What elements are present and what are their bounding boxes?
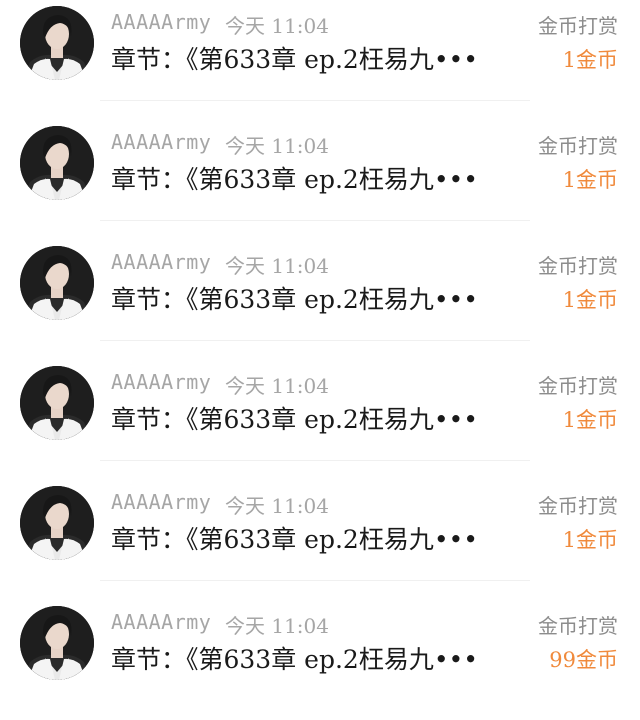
reward-label: 金币打赏	[538, 494, 618, 518]
chapter-title[interactable]: 章节：《第633章 ep.2枉易九•••	[111, 400, 478, 436]
user-avatar-icon[interactable]	[20, 606, 94, 680]
chapter-title[interactable]: 章节：《第633章 ep.2枉易九•••	[111, 160, 478, 196]
user-avatar-icon[interactable]	[20, 366, 94, 440]
reward-amount: 1金币	[562, 48, 618, 72]
username[interactable]: AAAAArmy	[111, 10, 211, 34]
list-item[interactable]: AAAAArmy 今天 11:04 章节：《第633章 ep.2枉易九••• 金…	[0, 480, 640, 600]
reward-amount: 99金币	[549, 648, 618, 672]
reward-label: 金币打赏	[538, 614, 618, 638]
reward-amount: 1金币	[562, 288, 618, 312]
divider	[100, 340, 530, 341]
username[interactable]: AAAAArmy	[111, 370, 211, 394]
reward-label: 金币打赏	[538, 374, 618, 398]
chapter-title[interactable]: 章节：《第633章 ep.2枉易九•••	[111, 640, 478, 676]
reward-amount: 1金币	[562, 168, 618, 192]
reward-label: 金币打赏	[538, 14, 618, 38]
divider	[100, 460, 530, 461]
list-item[interactable]: AAAAArmy 今天 11:04 章节：《第633章 ep.2枉易九••• 金…	[0, 0, 640, 120]
chapter-title[interactable]: 章节：《第633章 ep.2枉易九•••	[111, 280, 478, 316]
list-item[interactable]: AAAAArmy 今天 11:04 章节：《第633章 ep.2枉易九••• 金…	[0, 360, 640, 480]
reward-label: 金币打赏	[538, 134, 618, 158]
user-avatar-icon[interactable]	[20, 126, 94, 200]
username[interactable]: AAAAArmy	[111, 490, 211, 514]
divider	[100, 580, 530, 581]
timestamp: 今天 11:04	[225, 254, 329, 278]
chapter-title[interactable]: 章节：《第633章 ep.2枉易九•••	[111, 520, 478, 556]
list-item[interactable]: AAAAArmy 今天 11:04 章节：《第633章 ep.2枉易九••• 金…	[0, 600, 640, 720]
username[interactable]: AAAAArmy	[111, 610, 211, 634]
list-item[interactable]: AAAAArmy 今天 11:04 章节：《第633章 ep.2枉易九••• 金…	[0, 240, 640, 360]
user-avatar-icon[interactable]	[20, 6, 94, 80]
reward-list: AAAAArmy 今天 11:04 章节：《第633章 ep.2枉易九••• 金…	[0, 0, 640, 680]
chapter-title[interactable]: 章节：《第633章 ep.2枉易九•••	[111, 40, 478, 76]
user-avatar-icon[interactable]	[20, 486, 94, 560]
reward-amount: 1金币	[562, 408, 618, 432]
list-item[interactable]: AAAAArmy 今天 11:04 章节：《第633章 ep.2枉易九••• 金…	[0, 120, 640, 240]
timestamp: 今天 11:04	[225, 494, 329, 518]
reward-amount: 1金币	[562, 528, 618, 552]
reward-label: 金币打赏	[538, 254, 618, 278]
divider	[100, 220, 530, 221]
timestamp: 今天 11:04	[225, 14, 329, 38]
username[interactable]: AAAAArmy	[111, 130, 211, 154]
user-avatar-icon[interactable]	[20, 246, 94, 320]
divider	[100, 100, 530, 101]
timestamp: 今天 11:04	[225, 134, 329, 158]
timestamp: 今天 11:04	[225, 374, 329, 398]
username[interactable]: AAAAArmy	[111, 250, 211, 274]
timestamp: 今天 11:04	[225, 614, 329, 638]
